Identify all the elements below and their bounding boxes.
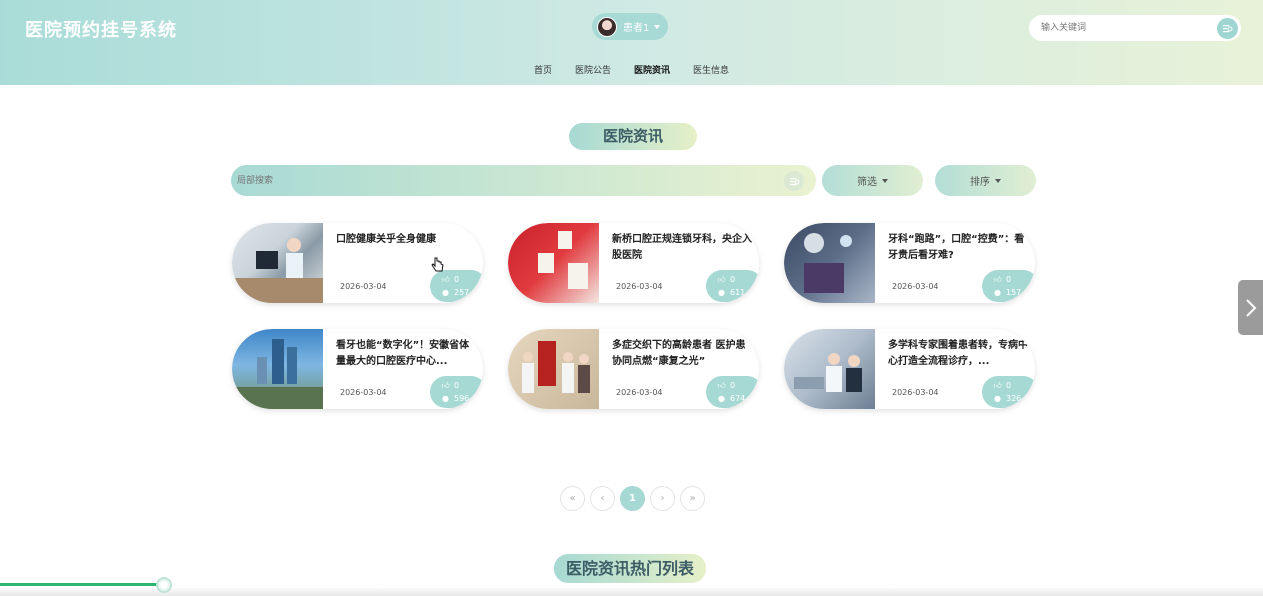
scroll-progress-bar xyxy=(0,583,164,586)
flame-icon: ● xyxy=(994,394,1001,403)
news-date: 2026-03-04 xyxy=(616,282,663,291)
news-date: 2026-03-04 xyxy=(892,388,939,397)
view-count: 596 xyxy=(454,394,470,403)
page-first-button[interactable]: « xyxy=(560,486,585,511)
like-count: 0 xyxy=(454,381,460,390)
flame-icon: ● xyxy=(442,394,449,403)
local-search-button[interactable] xyxy=(784,171,804,191)
page-next-button[interactable]: › xyxy=(650,486,675,511)
news-card[interactable]: 新桥口腔正规连锁牙科，央企入股医院 2026-03-04 👍︎ 0 ● 611 xyxy=(508,223,759,303)
search-input[interactable] xyxy=(1041,15,1211,41)
nav-announcements[interactable]: 医院公告 xyxy=(575,63,611,76)
side-next-button[interactable] xyxy=(1238,280,1263,335)
view-count: 257 xyxy=(454,288,470,297)
local-search-input[interactable] xyxy=(237,165,757,196)
news-stats: 👍︎ 0 ● 157 xyxy=(982,270,1035,302)
news-date: 2026-03-04 xyxy=(892,282,939,291)
news-date: 2026-03-04 xyxy=(340,388,387,397)
thumbs-up-icon: 👍︎ xyxy=(717,275,726,284)
news-title[interactable]: 多症交织下的高龄患者 医护患协同点燃“康复之光” xyxy=(612,338,752,370)
sort-button[interactable]: 排序 xyxy=(935,165,1036,196)
flame-icon: ● xyxy=(718,394,725,403)
site-title: 医院预约挂号系统 xyxy=(25,20,177,41)
filter-button[interactable]: 筛选 xyxy=(822,165,923,196)
main-nav: 首页 医院公告 医院资讯 医生信息 xyxy=(0,63,1263,76)
filter-label: 筛选 xyxy=(857,177,877,188)
news-date: 2026-03-04 xyxy=(340,282,387,291)
chevron-down-icon xyxy=(654,24,661,29)
header: 医院预约挂号系统 患者1 首页 医院公告 医院资讯 医生信息 xyxy=(0,0,1263,85)
news-stats: 👍︎ 0 ● 596 xyxy=(430,376,483,408)
like-count: 0 xyxy=(454,275,460,284)
local-search xyxy=(231,165,816,196)
thumbs-up-icon: 👍︎ xyxy=(993,275,1002,284)
nav-news[interactable]: 医院资讯 xyxy=(634,63,670,76)
news-thumbnail xyxy=(508,223,599,303)
news-card[interactable]: 多症交织下的高龄患者 医护患协同点燃“康复之光” 2026-03-04 👍︎ 0 … xyxy=(508,329,759,409)
mouse-cursor-icon xyxy=(431,257,444,272)
footer-edge xyxy=(0,588,1263,596)
chevron-down-icon xyxy=(882,178,888,183)
news-card[interactable]: 多学科专家围着患者转，专病中心打造全流程诊疗，... 2026-03-04 👍︎… xyxy=(784,329,1035,409)
scroll-progress-handle[interactable] xyxy=(156,577,172,593)
flame-icon: ● xyxy=(442,288,449,297)
news-title[interactable]: 牙科“跑路”，口腔“控费”：看牙贵后看牙难? xyxy=(888,232,1028,264)
news-card[interactable]: 牙科“跑路”，口腔“控费”：看牙贵后看牙难? 2026-03-04 👍︎ 0 ● 1… xyxy=(784,223,1035,303)
page-title: 医院资讯 xyxy=(569,123,697,150)
news-title[interactable]: 多学科专家围着患者转，专病中心打造全流程诊疗，... xyxy=(888,338,1028,370)
search-icon xyxy=(1223,25,1233,33)
hot-list-title: 医院资讯热门列表 xyxy=(554,554,706,583)
page-current-button[interactable]: 1 xyxy=(620,486,645,511)
page-last-button[interactable]: » xyxy=(680,486,705,511)
flame-icon: ● xyxy=(994,288,1001,297)
user-name: 患者1 xyxy=(623,23,650,34)
search-icon xyxy=(789,177,799,185)
news-card[interactable]: 口腔健康关乎全身健康 2026-03-04 👍︎ 0 ● 257 xyxy=(232,223,483,303)
thumbs-up-icon: 👍︎ xyxy=(993,381,1002,390)
search-button[interactable] xyxy=(1217,18,1238,39)
view-count: 611 xyxy=(730,288,746,297)
news-thumbnail xyxy=(232,329,323,409)
news-title[interactable]: 口腔健康关乎全身健康 xyxy=(336,232,476,248)
user-menu[interactable]: 患者1 xyxy=(592,13,668,40)
page-prev-button[interactable]: ‹ xyxy=(590,486,615,511)
news-date: 2026-03-04 xyxy=(616,388,663,397)
chevron-down-icon xyxy=(995,178,1001,183)
news-stats: 👍︎ 0 ● 326 xyxy=(982,376,1035,408)
news-thumbnail xyxy=(784,329,875,409)
avatar xyxy=(597,16,617,37)
like-count: 0 xyxy=(1006,381,1012,390)
sort-label: 排序 xyxy=(970,177,990,188)
news-thumbnail xyxy=(232,223,323,303)
pagination: « ‹ 1 › » xyxy=(560,486,705,511)
chevron-right-icon xyxy=(1245,298,1256,317)
like-count: 0 xyxy=(730,275,736,284)
view-count: 674 xyxy=(730,394,746,403)
nav-home[interactable]: 首页 xyxy=(534,63,552,76)
news-thumbnail xyxy=(784,223,875,303)
like-count: 0 xyxy=(1006,275,1012,284)
view-count: 157 xyxy=(1006,288,1022,297)
news-title[interactable]: 新桥口腔正规连锁牙科，央企入股医院 xyxy=(612,232,752,264)
thumbs-up-icon: 👍︎ xyxy=(717,381,726,390)
nav-doctors[interactable]: 医生信息 xyxy=(693,63,729,76)
news-stats: 👍︎ 0 ● 611 xyxy=(706,270,759,302)
like-count: 0 xyxy=(730,381,736,390)
flame-icon: ● xyxy=(718,288,725,297)
header-search xyxy=(1029,15,1241,41)
news-thumbnail xyxy=(508,329,599,409)
news-card[interactable]: 看牙也能“数字化”！安徽省体量最大的口腔医疗中心... 2026-03-04 👍… xyxy=(232,329,483,409)
news-stats: 👍︎ 0 ● 674 xyxy=(706,376,759,408)
news-title[interactable]: 看牙也能“数字化”！安徽省体量最大的口腔医疗中心... xyxy=(336,338,476,370)
view-count: 326 xyxy=(1006,394,1022,403)
thumbs-up-icon: 👍︎ xyxy=(441,381,450,390)
